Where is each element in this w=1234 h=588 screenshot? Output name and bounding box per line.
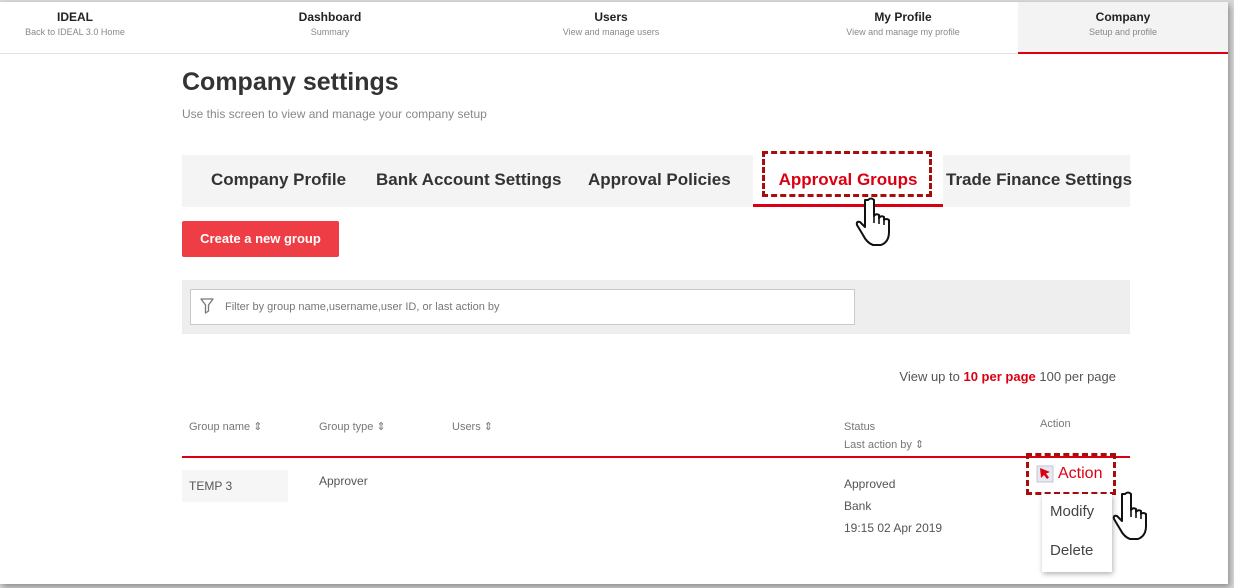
column-header-users[interactable]: Users ⇕ (452, 420, 493, 433)
nav-users-subtitle: View and manage users (562, 27, 660, 37)
tab-company-profile[interactable]: Company Profile (211, 155, 346, 207)
nav-dashboard-subtitle: Summary (310, 27, 350, 37)
table-row-group-type: Approver (319, 474, 368, 488)
pointer-hand-icon (855, 197, 890, 246)
action-dropdown-menu: Modify Delete (1042, 494, 1112, 572)
nav-company[interactable]: Company Setup and profile (1018, 2, 1228, 54)
nav-profile-title: My Profile (874, 10, 932, 24)
filter-input[interactable]: Filter by group name,username,user ID, o… (190, 289, 855, 325)
pointer-hand-icon (1112, 491, 1147, 540)
table-row-status: Approved Bank 19:15 02 Apr 2019 (844, 473, 942, 539)
action-label: Action (1058, 465, 1103, 482)
top-navigation: IDEAL Back to IDEAL 3.0 Home Dashboard S… (0, 2, 1228, 54)
column-header-action: Action (1040, 418, 1071, 430)
table-row-group-name: TEMP 3 (182, 470, 288, 502)
status-value: Approved (844, 477, 896, 491)
last-action-by: Bank (844, 499, 872, 513)
tab-approval-policies[interactable]: Approval Policies (588, 155, 731, 207)
pagination-prefix: View up to (899, 369, 960, 384)
app-window: IDEAL Back to IDEAL 3.0 Home Dashboard S… (0, 2, 1228, 584)
nav-dashboard-title: Dashboard (298, 10, 362, 24)
per-page-10-option[interactable]: 10 per page (963, 369, 1035, 384)
menu-item-delete[interactable]: Delete (1050, 542, 1093, 559)
tab-approval-groups[interactable]: Approval Groups (753, 155, 943, 207)
nav-company-title: Company (1095, 10, 1151, 24)
create-group-button[interactable]: Create a new group (182, 221, 339, 257)
nav-company-subtitle: Setup and profile (1088, 27, 1158, 37)
last-action-time: 19:15 02 Apr 2019 (844, 521, 943, 535)
column-header-group-type[interactable]: Group type ⇕ (319, 420, 386, 433)
nav-home[interactable]: IDEAL Back to IDEAL 3.0 Home (0, 2, 150, 54)
nav-dashboard[interactable]: Dashboard Summary (255, 2, 405, 54)
nav-users[interactable]: Users View and manage users (536, 2, 686, 54)
nav-home-title: IDEAL (57, 10, 93, 24)
tab-trade-finance-settings[interactable]: Trade Finance Settings (946, 155, 1132, 207)
pagination-selector: View up to 10 per page 100 per page (899, 369, 1116, 384)
page-title: Company settings (182, 68, 399, 96)
table-header-divider (182, 456, 1130, 458)
settings-tabs: Company Profile Bank Account Settings Ap… (182, 155, 1132, 207)
nav-home-subtitle: Back to IDEAL 3.0 Home (25, 27, 125, 37)
nav-my-profile[interactable]: My Profile View and manage my profile (818, 2, 988, 54)
row-action-button[interactable]: Action (1036, 465, 1102, 483)
column-header-last-action-label: Last action by ⇕ (844, 439, 925, 451)
nav-users-title: Users (594, 10, 628, 24)
per-page-100-option[interactable]: 100 per page (1039, 369, 1116, 384)
page-subtitle: Use this screen to view and manage your … (182, 107, 487, 121)
column-header-group-name[interactable]: Group name ⇕ (189, 420, 262, 433)
menu-item-modify[interactable]: Modify (1050, 503, 1094, 520)
column-header-status-label: Status (844, 421, 876, 433)
column-header-status[interactable]: Status Last action by ⇕ (844, 418, 924, 454)
action-cursor-icon (1036, 465, 1054, 483)
filter-icon (200, 298, 214, 314)
nav-profile-subtitle: View and manage my profile (846, 27, 960, 37)
tab-bank-account-settings[interactable]: Bank Account Settings (376, 155, 561, 207)
filter-bar: Filter by group name,username,user ID, o… (182, 280, 1130, 334)
